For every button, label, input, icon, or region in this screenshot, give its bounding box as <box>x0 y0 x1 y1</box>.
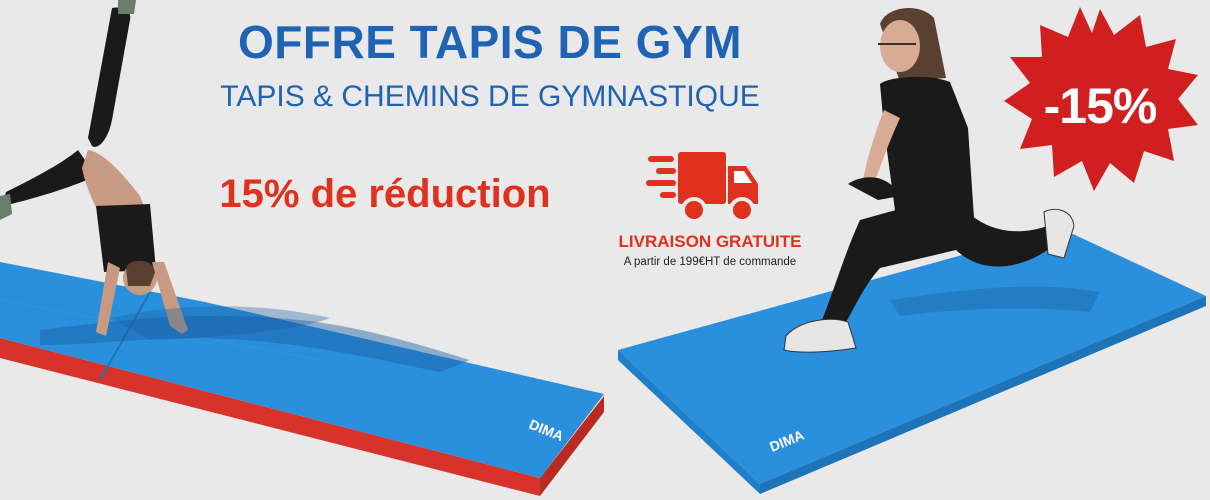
promo-banner[interactable]: DIMA DIMA OFFRE TAPIS DE GYM TAPIS & CHE… <box>0 0 1210 500</box>
discount-text: 15% de réduction <box>219 172 551 216</box>
delivery-truck-icon <box>646 152 758 223</box>
page-subtitle: TAPIS & CHEMINS DE GYMNASTIQUE <box>220 80 760 113</box>
free-shipping-condition: A partir de 199€HT de commande <box>623 256 797 268</box>
discount-badge-label: -15% <box>1043 78 1158 134</box>
page-title: OFFRE TAPIS DE GYM <box>238 16 742 68</box>
free-shipping-title: LIVRAISON GRATUITE <box>618 232 802 251</box>
left-gym-mat: DIMA <box>0 262 604 496</box>
